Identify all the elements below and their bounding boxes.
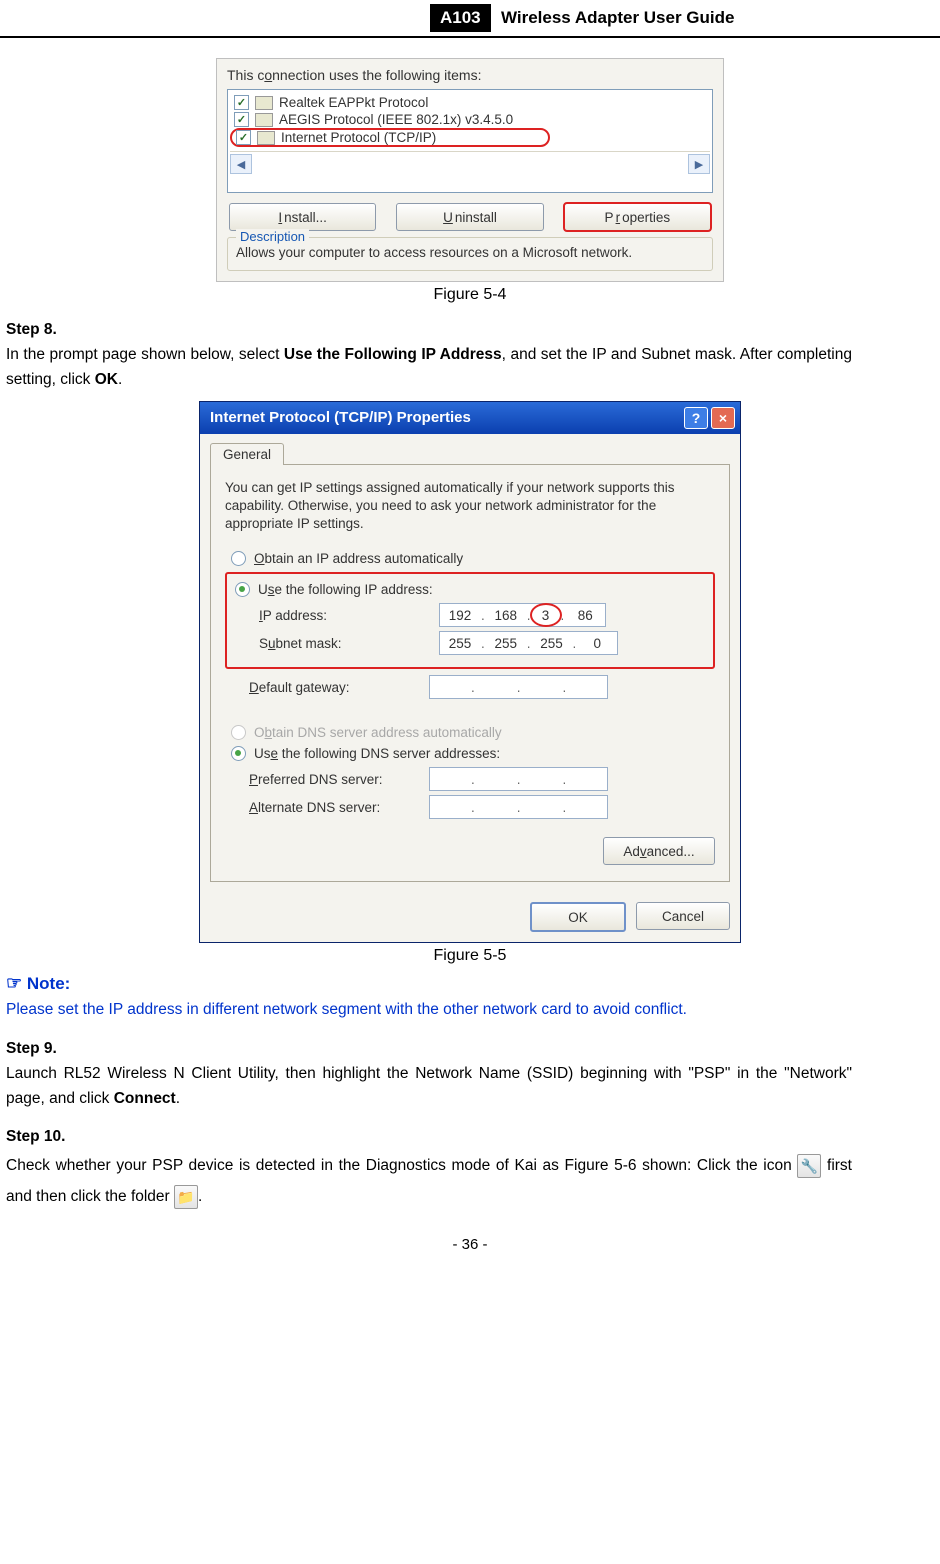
checkbox-icon[interactable]: ✓ [234, 95, 249, 110]
header-code: A103 [430, 4, 491, 32]
list-item-label: AEGIS Protocol (IEEE 802.1x) v3.4.5.0 [279, 112, 513, 127]
note-heading: ☞ Note: [6, 973, 934, 994]
label-gateway: Default gateway: [249, 680, 429, 695]
step-8-text: In the prompt page shown below, select [6, 346, 284, 363]
ok-button[interactable]: OK [530, 902, 626, 932]
folder-icon: 📁 [174, 1185, 198, 1209]
tab-panel-general: You can get IP settings assigned automat… [210, 464, 730, 883]
protocol-icon [255, 113, 273, 127]
radio-icon[interactable] [231, 551, 246, 566]
header-title: Wireless Adapter User Guide [495, 4, 741, 32]
default-gateway-input[interactable]: . . . [429, 675, 608, 699]
figure-5-5: Internet Protocol (TCP/IP) Properties ? … [0, 401, 940, 966]
radio-obtain-ip[interactable]: Obtain an IP address automatically [231, 551, 715, 566]
page-number: - 36 - [0, 1236, 940, 1253]
close-icon[interactable]: × [711, 407, 735, 429]
help-icon[interactable]: ? [684, 407, 708, 429]
step-8-bold2: OK [95, 371, 118, 388]
step-8: Step 8. In the prompt page shown below, … [6, 318, 934, 392]
horizontal-scrollbar[interactable]: ◀ ▶ [230, 151, 710, 174]
figure-5-4: This connection uses the following items… [0, 58, 940, 304]
tcpip-properties-dialog: Internet Protocol (TCP/IP) Properties ? … [199, 401, 741, 944]
step-10-text: Check whether your PSP device is detecte… [6, 1157, 797, 1174]
step-8-text3: . [118, 371, 122, 388]
step-9-label: Step 9. [6, 1037, 86, 1062]
connection-items-panel: This connection uses the following items… [216, 58, 724, 282]
alternate-dns-input[interactable]: ... [429, 795, 608, 819]
step-10-label: Step 10. [6, 1125, 86, 1150]
checkbox-icon[interactable]: ✓ [236, 130, 251, 145]
wrench-icon: 🔧 [797, 1154, 821, 1178]
figure-5-5-caption: Figure 5-5 [0, 947, 940, 965]
radio-icon [231, 725, 246, 740]
step-10: Step 10. Check whether your PSP device i… [6, 1125, 934, 1212]
dialog-titlebar[interactable]: Internet Protocol (TCP/IP) Properties ? … [200, 402, 740, 434]
description-legend: Description [236, 229, 309, 244]
scroll-left-icon[interactable]: ◀ [230, 154, 252, 174]
radio-icon[interactable] [231, 746, 246, 761]
radio-use-ip[interactable]: Use the following IP address: [235, 582, 705, 597]
properties-button[interactable]: Properties [564, 203, 711, 231]
connection-items-listbox[interactable]: ✓ Realtek EAPPkt Protocol ✓ AEGIS Protoc… [227, 89, 713, 193]
protocol-icon [257, 131, 275, 145]
tab-general[interactable]: General [210, 443, 284, 465]
description-group: Description Allows your computer to acce… [227, 237, 713, 271]
dialog-button-bar: OK Cancel [200, 892, 740, 942]
label-subnet: Subnet mask: [259, 636, 439, 651]
preferred-dns-input[interactable]: ... [429, 767, 608, 791]
list-item-tcpip-highlighted[interactable]: ✓ Internet Protocol (TCP/IP) [230, 128, 550, 147]
step-8-label: Step 8. [6, 318, 86, 343]
step-9: Step 9. Launch RL52 Wireless N Client Ut… [6, 1037, 934, 1111]
label-alt-dns: Alternate DNS server: [249, 800, 429, 815]
label-pref-dns: Preferred DNS server: [249, 772, 429, 787]
advanced-button[interactable]: Advanced... [603, 837, 715, 865]
scroll-right-icon[interactable]: ▶ [688, 154, 710, 174]
step-9-bold1: Connect [114, 1090, 176, 1107]
step-8-bold1: Use the Following IP Address [284, 346, 502, 363]
use-ip-section-highlight: Use the following IP address: IP address… [225, 572, 715, 669]
intro-text: You can get IP settings assigned automat… [225, 479, 715, 534]
figure-5-4-caption: Figure 5-4 [0, 286, 940, 304]
subnet-mask-input[interactable]: 255. 255. 255. 0 [439, 631, 618, 655]
install-button[interactable]: Install... [229, 203, 376, 231]
list-item[interactable]: ✓ Realtek EAPPkt Protocol [230, 94, 710, 111]
page-header: A103 Wireless Adapter User Guide [0, 0, 940, 38]
label-ip-address: IP address: [259, 608, 439, 623]
radio-obtain-dns: Obtain DNS server address automatically [231, 725, 715, 740]
radio-icon[interactable] [235, 582, 250, 597]
uninstall-button[interactable]: Uninstall [396, 203, 543, 231]
step-9-text2: . [176, 1090, 180, 1107]
ip-address-input[interactable]: 192. 168. 3. 86 [439, 603, 606, 627]
pointing-hand-icon: ☞ [6, 973, 22, 993]
dialog-title: Internet Protocol (TCP/IP) Properties [210, 409, 471, 426]
note-body: Please set the IP address in different n… [6, 998, 934, 1023]
protocol-icon [255, 96, 273, 110]
cancel-button[interactable]: Cancel [636, 902, 730, 930]
radio-use-dns[interactable]: Use the following DNS server addresses: [231, 746, 715, 761]
description-text: Allows your computer to access resources… [236, 244, 704, 262]
checkbox-icon[interactable]: ✓ [234, 112, 249, 127]
list-item-label: Internet Protocol (TCP/IP) [281, 130, 436, 145]
list-item[interactable]: ✓ AEGIS Protocol (IEEE 802.1x) v3.4.5.0 [230, 111, 710, 128]
list-item-label: Realtek EAPPkt Protocol [279, 95, 428, 110]
note-label: Note: [27, 974, 70, 993]
ip-octet-3-highlight: 3 [530, 603, 562, 627]
connection-items-title: This connection uses the following items… [227, 67, 713, 83]
step-10-text3: . [198, 1188, 202, 1205]
